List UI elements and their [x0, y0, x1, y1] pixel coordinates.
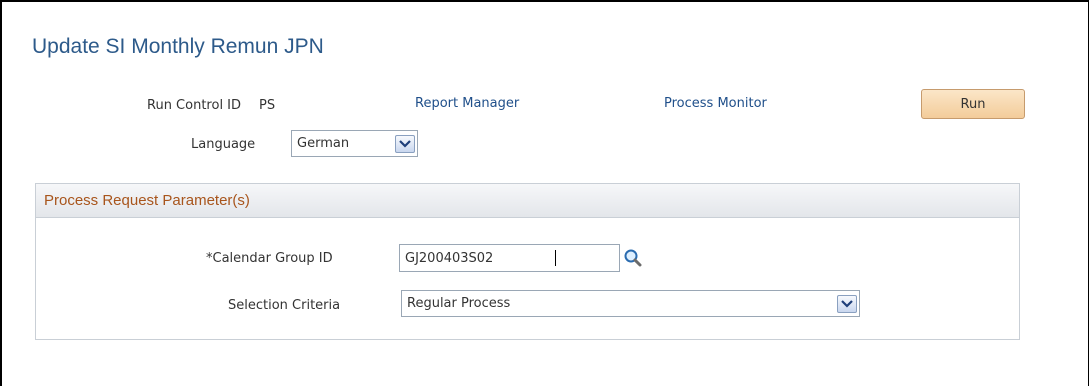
chevron-down-icon[interactable]: [395, 134, 415, 153]
chevron-down-icon[interactable]: [837, 294, 857, 313]
selection-criteria-label: Selection Criteria: [228, 298, 341, 313]
report-manager-link[interactable]: Report Manager: [415, 96, 519, 111]
selection-criteria-select[interactable]: Regular Process: [401, 290, 860, 317]
magnifier-icon[interactable]: [623, 248, 643, 268]
language-selected-value: German: [297, 136, 350, 151]
language-label: Language: [191, 137, 256, 152]
process-monitor-link[interactable]: Process Monitor: [664, 96, 767, 111]
section-title: Process Request Parameter(s): [44, 192, 250, 209]
calendar-group-id-label: *Calendar Group ID: [206, 251, 333, 266]
run-control-id-label: Run Control ID: [147, 98, 242, 113]
selection-criteria-selected-value: Regular Process: [407, 296, 511, 311]
section-header: Process Request Parameter(s): [36, 184, 1019, 218]
run-control-id-value: PS: [259, 98, 276, 113]
run-button-label: Run: [960, 96, 986, 112]
run-button[interactable]: Run: [921, 89, 1025, 119]
calendar-group-id-input[interactable]: [399, 244, 620, 272]
language-select[interactable]: German: [291, 130, 418, 157]
page-title: Update SI Monthly Remun JPN: [32, 35, 324, 58]
text-cursor: [555, 250, 556, 266]
